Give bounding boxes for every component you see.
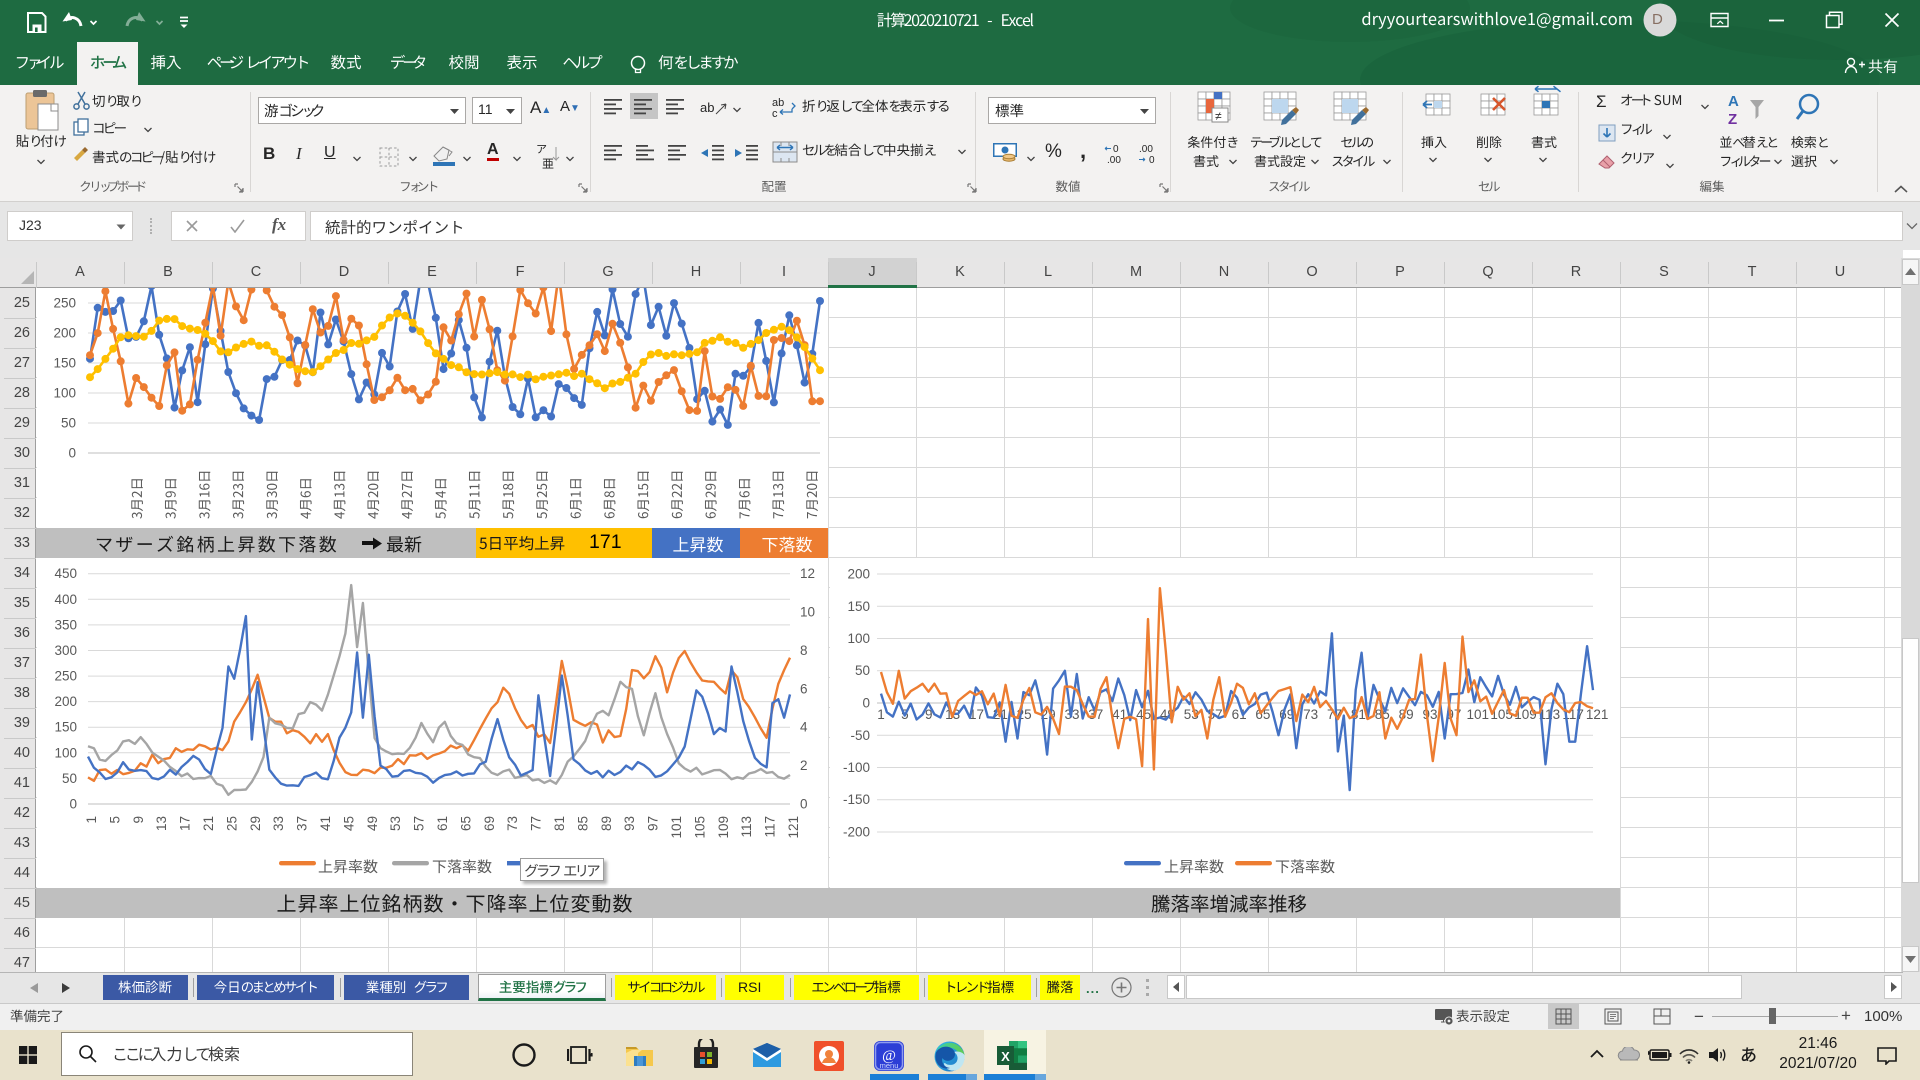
svg-text:0: 0 [68, 446, 76, 461]
svg-text:0: 0 [69, 797, 77, 812]
svg-text:13: 13 [154, 816, 169, 831]
svg-text:200: 200 [53, 326, 76, 341]
svg-text:menu: menu [880, 1061, 899, 1070]
svg-text:0: 0 [1149, 155, 1155, 166]
svg-text:6: 6 [800, 681, 808, 696]
svg-text:29: 29 [248, 816, 263, 831]
svg-text:50: 50 [62, 771, 77, 786]
svg-text:17: 17 [178, 816, 193, 831]
svg-text:8: 8 [800, 643, 808, 658]
svg-text:121: 121 [1586, 707, 1609, 722]
svg-text:1: 1 [877, 707, 885, 722]
svg-text:-200: -200 [843, 825, 870, 840]
svg-text:ab: ab [700, 100, 714, 115]
svg-text:37: 37 [295, 816, 310, 831]
svg-text:97: 97 [646, 816, 661, 831]
svg-text:0: 0 [862, 696, 870, 711]
svg-text:5: 5 [107, 816, 122, 824]
svg-text:≠: ≠ [1215, 109, 1222, 123]
svg-text:250: 250 [54, 669, 77, 684]
svg-text:89: 89 [599, 816, 614, 831]
svg-text:200: 200 [54, 694, 77, 709]
svg-text:81: 81 [552, 816, 567, 831]
svg-text:A: A [1728, 93, 1739, 110]
svg-text:300: 300 [54, 643, 77, 658]
svg-text:117: 117 [763, 816, 778, 838]
svg-text:49: 49 [365, 816, 380, 831]
svg-text:450: 450 [54, 566, 77, 581]
svg-text:109: 109 [716, 816, 731, 839]
svg-text:25: 25 [224, 816, 239, 831]
svg-text:61: 61 [435, 816, 450, 831]
svg-text:101: 101 [669, 816, 684, 839]
svg-text:150: 150 [53, 356, 76, 371]
svg-text:Z: Z [1728, 111, 1737, 128]
svg-text:-50: -50 [850, 728, 870, 743]
svg-text:250: 250 [53, 296, 76, 311]
svg-text:9: 9 [131, 816, 146, 824]
svg-text:0: 0 [800, 797, 808, 812]
svg-text:150: 150 [54, 720, 77, 735]
svg-text:150: 150 [847, 599, 870, 614]
svg-text:X: X [1001, 1049, 1010, 1064]
svg-text:57: 57 [412, 816, 427, 831]
svg-text:113: 113 [739, 816, 754, 838]
svg-text:101: 101 [1467, 707, 1490, 722]
svg-text:350: 350 [54, 617, 77, 632]
svg-text:41: 41 [318, 816, 333, 831]
svg-text:33: 33 [271, 816, 286, 831]
svg-text:77: 77 [529, 816, 544, 831]
svg-text:69: 69 [482, 816, 497, 831]
svg-text:50: 50 [61, 416, 76, 431]
svg-text:85: 85 [575, 816, 590, 831]
svg-text:400: 400 [54, 592, 77, 607]
svg-text:0: 0 [1113, 144, 1119, 155]
svg-text:200: 200 [847, 567, 870, 582]
svg-text:12: 12 [800, 566, 815, 581]
svg-text:-100: -100 [843, 760, 870, 775]
svg-text:73: 73 [505, 816, 520, 831]
svg-text:21: 21 [201, 816, 216, 831]
svg-text:93: 93 [622, 816, 637, 831]
svg-text:-150: -150 [843, 792, 870, 807]
svg-text:100: 100 [54, 745, 77, 760]
svg-text:2: 2 [800, 758, 808, 773]
svg-text:4: 4 [800, 720, 808, 735]
svg-text:53: 53 [388, 816, 403, 831]
svg-text:10: 10 [800, 605, 815, 620]
svg-text:50: 50 [855, 663, 870, 678]
svg-text:121: 121 [786, 816, 801, 839]
svg-text:1: 1 [84, 816, 99, 824]
svg-text:65: 65 [458, 816, 473, 831]
svg-text:45: 45 [341, 816, 356, 831]
svg-text:.00: .00 [1139, 144, 1153, 155]
svg-text:105: 105 [692, 816, 707, 839]
svg-text:.00: .00 [1107, 155, 1121, 166]
svg-text:93: 93 [1422, 707, 1437, 722]
svg-text:c: c [772, 108, 778, 118]
svg-text:100: 100 [847, 631, 870, 646]
svg-text:100: 100 [53, 386, 76, 401]
svg-text:73: 73 [1303, 707, 1318, 722]
